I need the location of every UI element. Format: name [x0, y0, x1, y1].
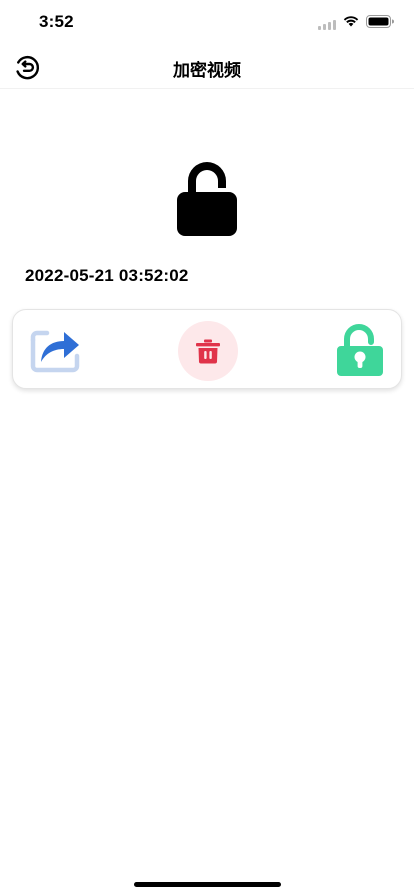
unlock-button[interactable] — [335, 324, 385, 378]
page-title: 加密视频 — [173, 61, 241, 80]
video-timestamp: 2022-05-21 03:52:02 — [25, 266, 189, 285]
wifi-icon — [343, 16, 359, 27]
share-icon — [30, 330, 80, 373]
action-card — [12, 309, 402, 389]
lock-icon — [177, 162, 237, 236]
unlock-icon — [337, 324, 383, 376]
cellular-signal-icon — [318, 18, 338, 30]
battery-icon — [366, 15, 394, 28]
home-indicator — [134, 882, 281, 887]
delete-button[interactable] — [178, 321, 238, 381]
trash-icon — [196, 339, 220, 364]
status-bar: 3:52 — [0, 0, 414, 44]
navigation-bar: 加密视频 — [0, 44, 414, 89]
status-time: 3:52 — [39, 12, 74, 31]
share-button[interactable] — [29, 326, 81, 374]
